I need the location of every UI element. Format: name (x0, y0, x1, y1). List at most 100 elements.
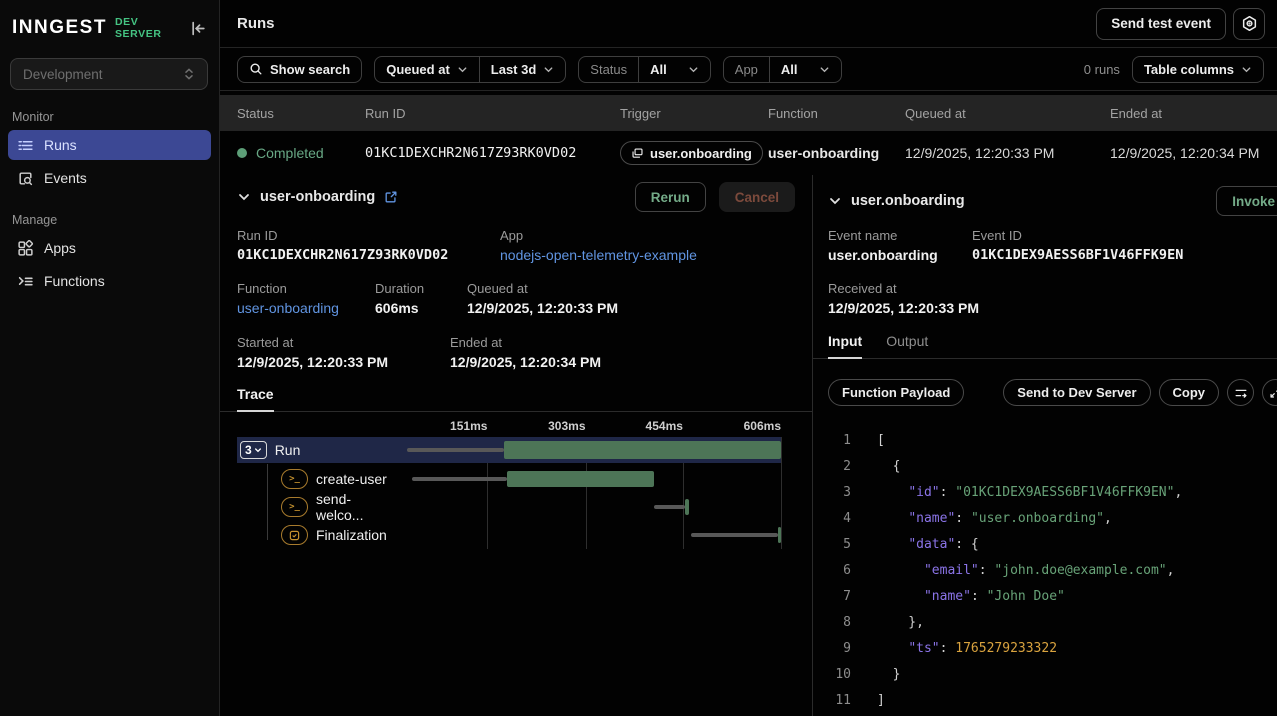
tab-output[interactable]: Output (886, 333, 928, 358)
run-table-row[interactable]: Completed 01KC1DEXCHR2N617Z93RK0VD02 use… (220, 131, 1277, 175)
sidebar-item-label: Events (44, 170, 87, 186)
chevron-down-icon (688, 64, 699, 75)
trace-run-bar (507, 471, 653, 487)
sidebar-item-events[interactable]: Events (8, 163, 211, 193)
app-filter-dropdown[interactable]: All (769, 57, 841, 82)
table-columns-dropdown[interactable]: Table columns (1132, 56, 1264, 83)
sidebar-item-label: Functions (44, 273, 105, 289)
expand-button[interactable] (1262, 379, 1277, 406)
collapse-sidebar-icon[interactable] (190, 20, 207, 37)
details-split: user-onboarding Rerun Cancel Run ID 01KC… (220, 175, 1277, 716)
status-value: Completed (256, 145, 324, 161)
gear-icon (1241, 15, 1258, 32)
workspace-select[interactable]: Development (10, 58, 208, 90)
chevron-down-icon (543, 64, 554, 75)
chevron-down-icon (819, 64, 830, 75)
line-number: 7 (828, 584, 851, 610)
trigger-badge[interactable]: user.onboarding (620, 141, 763, 165)
word-wrap-button[interactable] (1227, 379, 1254, 406)
monitor-section-label: Monitor (12, 110, 219, 124)
events-icon (17, 170, 34, 187)
cancel-button[interactable]: Cancel (719, 182, 795, 212)
trace-row-finalization[interactable]: Finalization (237, 521, 781, 549)
runs-count: 0 runs (1084, 62, 1120, 77)
tab-input[interactable]: Input (828, 333, 862, 358)
line-number: 3 (828, 480, 851, 506)
run-details-pane: user-onboarding Rerun Cancel Run ID 01KC… (220, 175, 813, 716)
app-filter-label: App (735, 62, 758, 77)
code-line: 7 "name": "John Doe" (828, 584, 1277, 610)
sidebar: INNGEST DEV SERVER Development Monitor R… (0, 0, 220, 716)
trace-row-label: Run (275, 442, 301, 458)
collapse-run-details-icon[interactable] (237, 190, 251, 204)
line-number: 4 (828, 506, 851, 532)
time-filter: Queued at Last 3d (374, 56, 566, 83)
run-id-cell: 01KC1DEXCHR2N617Z93RK0VD02 (365, 145, 620, 161)
topbar: Runs Send test event (220, 0, 1277, 48)
queued-at-value: 12/9/2025, 12:20:33 PM (467, 300, 618, 316)
line-number: 5 (828, 532, 851, 558)
tab-trace[interactable]: Trace (237, 386, 274, 411)
line-content: } (851, 662, 900, 688)
sidebar-item-label: Apps (44, 240, 76, 256)
time-field-dropdown[interactable]: Queued at (375, 57, 479, 82)
line-content: }, (851, 610, 924, 636)
trace-row-send-welco-[interactable]: >_send-welco... (237, 493, 781, 521)
line-content: "name": "user.onboarding", (851, 506, 1112, 532)
code-line: 9 "ts": 1765279233322 (828, 636, 1277, 662)
app-link[interactable]: nodejs-open-telemetry-example (500, 247, 697, 263)
line-content: "data": { (851, 532, 979, 558)
send-test-event-button[interactable]: Send test event (1096, 8, 1226, 40)
function-payload-toggle[interactable]: Function Payload (828, 379, 964, 406)
function-link[interactable]: user-onboarding (237, 300, 375, 316)
sidebar-item-functions[interactable]: Functions (8, 266, 211, 296)
trace-tick-label: 151ms (450, 419, 487, 433)
trace-row-run[interactable]: 3 Run (237, 437, 781, 463)
trace-ticks: 151ms303ms454ms606ms (237, 417, 812, 437)
trace-run-bar (778, 527, 781, 543)
chevron-down-icon (457, 64, 468, 75)
line-number: 1 (828, 428, 851, 454)
code-line: 4 "name": "user.onboarding", (828, 506, 1277, 532)
run-id-label: Run ID (237, 228, 500, 243)
show-search-button[interactable]: Show search (237, 56, 362, 83)
logo-row: INNGEST DEV SERVER (0, 12, 219, 44)
trace-wait-line (407, 448, 504, 452)
line-content: "name": "John Doe" (851, 584, 1065, 610)
code-line: 5 "data": { (828, 532, 1277, 558)
search-icon (249, 62, 263, 76)
line-content: [ (851, 428, 885, 454)
sidebar-item-runs[interactable]: Runs (8, 130, 211, 160)
ended-at-value: 12/9/2025, 12:20:34 PM (450, 354, 601, 370)
runs-table-header: StatusRun ID TriggerFunction Queued atEn… (220, 95, 1277, 131)
status-filter-dropdown[interactable]: All (638, 57, 710, 82)
functions-icon (17, 273, 34, 290)
code-line: 3 "id": "01KC1DEX9AESS6BF1V46FFK9EN", (828, 480, 1277, 506)
queued-at-label: Queued at (467, 281, 618, 296)
trace-run-bar (685, 499, 690, 515)
trace-run-bar (504, 441, 781, 459)
trace-row-create-user[interactable]: >_create-user (237, 465, 781, 493)
code-line: 8 }, (828, 610, 1277, 636)
function-cell: user-onboarding (768, 145, 905, 161)
collapse-event-details-icon[interactable] (828, 194, 842, 208)
copy-button[interactable]: Copy (1159, 379, 1220, 406)
external-link-icon[interactable] (384, 190, 398, 204)
duration-label: Duration (375, 281, 467, 296)
invoke-button[interactable]: Invoke (1216, 186, 1277, 216)
settings-button[interactable] (1233, 8, 1265, 40)
step-run-icon: >_ (281, 497, 308, 517)
child-count-badge[interactable]: 3 (240, 441, 267, 459)
event-details-pane: user.onboarding Invoke Event name user.o… (813, 175, 1277, 716)
code-line: 11] (828, 688, 1277, 714)
payload-code-editor[interactable]: 1[2 {3 "id": "01KC1DEX9AESS6BF1V46FFK9EN… (828, 428, 1277, 714)
trace-tick-label: 606ms (744, 419, 781, 433)
trace-wait-line (654, 505, 685, 509)
sidebar-item-apps[interactable]: Apps (8, 233, 211, 263)
event-trigger-icon (631, 147, 644, 160)
send-to-dev-server-button[interactable]: Send to Dev Server (1003, 379, 1150, 406)
status-filter: Status All (578, 56, 710, 83)
event-title: user.onboarding (851, 193, 965, 209)
rerun-button[interactable]: Rerun (635, 182, 706, 212)
time-range-dropdown[interactable]: Last 3d (479, 57, 566, 82)
